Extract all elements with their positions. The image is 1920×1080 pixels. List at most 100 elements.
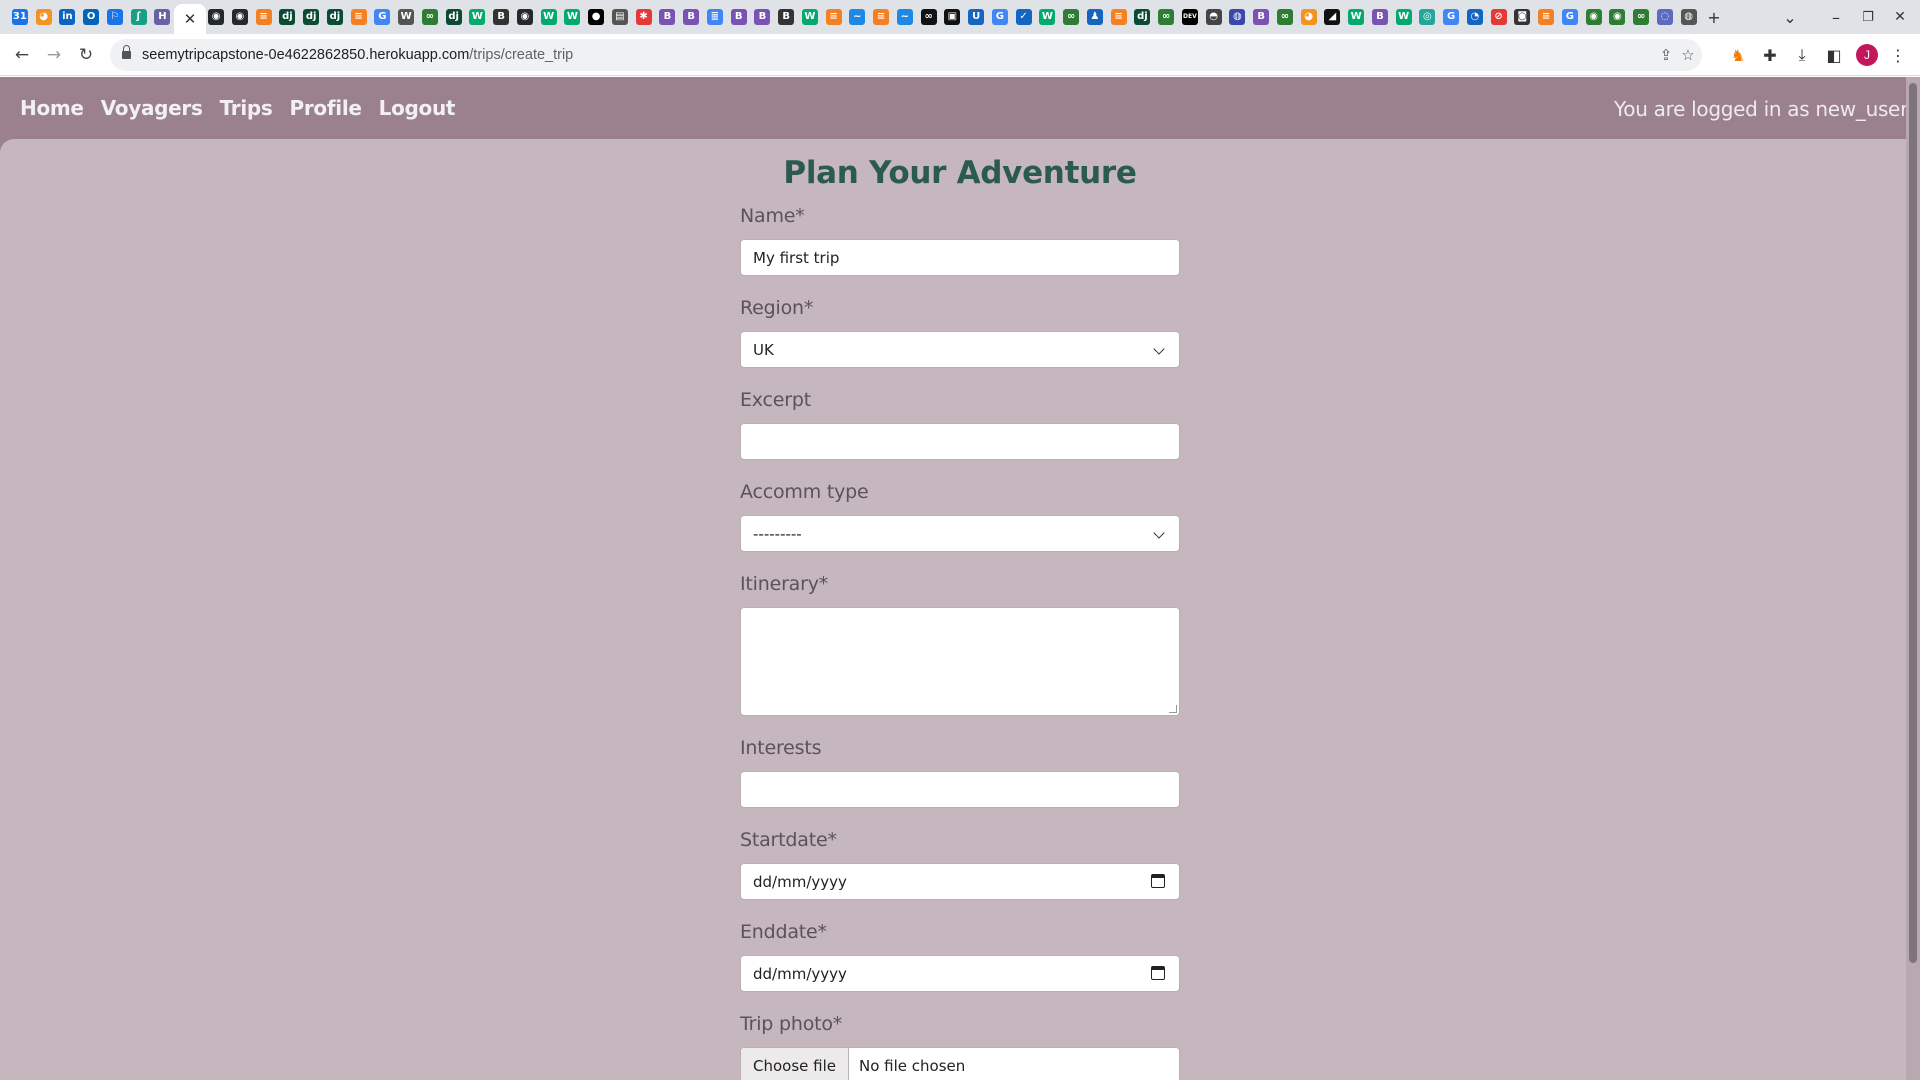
github-icon[interactable]: ◉ [1582, 5, 1606, 29]
django-icon[interactable]: dj [276, 5, 300, 29]
wikipedia-icon[interactable]: W [394, 5, 418, 29]
close-tab-icon[interactable]: ✕ [184, 10, 197, 28]
infinity-icon[interactable]: ∞ [917, 5, 941, 29]
django-icon[interactable]: dj [442, 5, 466, 29]
orange-swirl-icon[interactable]: ◕ [32, 5, 56, 29]
orange-swirl-icon[interactable]: ◕ [1297, 5, 1321, 29]
stack-icon[interactable]: ≡ [1107, 5, 1131, 29]
calendar-icon[interactable]: 31 [8, 5, 32, 29]
chart-icon[interactable]: ◢ [1321, 5, 1345, 29]
back-icon[interactable]: ← [10, 43, 34, 67]
startdate-input[interactable]: dd/mm/yyyy [740, 863, 1180, 900]
infinity-icon[interactable]: ∞ [1273, 5, 1297, 29]
trip-photo-file-input[interactable]: Choose file No file chosen [740, 1047, 1180, 1080]
django-icon[interactable]: dj [323, 5, 347, 29]
dev-icon[interactable]: DEV [1178, 5, 1202, 29]
calendar-icon[interactable] [1151, 966, 1165, 980]
browser-menu-icon[interactable]: ⋮ [1886, 43, 1910, 67]
profile-avatar[interactable]: J [1856, 44, 1878, 66]
firefox-icon[interactable]: ◍ [1226, 5, 1250, 29]
wave-icon[interactable]: ~ [893, 5, 917, 29]
django-icon[interactable]: dj [299, 5, 323, 29]
extension-fox-icon[interactable]: ♞ [1726, 43, 1750, 67]
new-tab-icon[interactable]: + [1702, 5, 1726, 29]
accomm-type-select[interactable]: --------- [740, 515, 1180, 552]
w3schools-icon[interactable]: W [1344, 5, 1368, 29]
url-text[interactable]: seemytripcapstone-0e4622862850.herokuapp… [142, 47, 573, 63]
enddate-input[interactable]: dd/mm/yyyy [740, 955, 1180, 992]
bootstrap-icon[interactable]: B [679, 5, 703, 29]
stack-icon[interactable]: ≡ [252, 5, 276, 29]
bootstrap-icon[interactable]: B [656, 5, 680, 29]
nav-home-link[interactable]: Home [20, 96, 84, 120]
google-icon[interactable]: G [1558, 5, 1582, 29]
address-bar[interactable]: seemytripcapstone-0e4622862850.herokuapp… [110, 39, 1702, 71]
stack-icon[interactable]: ≡ [347, 5, 371, 29]
w3schools-icon[interactable]: W [798, 5, 822, 29]
reload-icon[interactable]: ↻ [74, 43, 98, 67]
wave-icon[interactable]: ~ [846, 5, 870, 29]
nav-logout-link[interactable]: Logout [379, 96, 456, 120]
google-icon[interactable]: G [1439, 5, 1463, 29]
download-icon[interactable]: ⤓ [1790, 43, 1814, 67]
infinity-icon[interactable]: ∞ [418, 5, 442, 29]
choose-file-button[interactable]: Choose file [741, 1048, 849, 1080]
calendar-icon[interactable] [1151, 874, 1165, 888]
bootstrap-icon[interactable]: B [727, 5, 751, 29]
bootstrap-icon[interactable]: B [1368, 5, 1392, 29]
nav-voyagers-link[interactable]: Voyagers [101, 96, 203, 120]
cat-icon[interactable]: ◓ [1202, 5, 1226, 29]
w3schools-icon[interactable]: W [537, 5, 561, 29]
itinerary-textarea[interactable] [740, 607, 1180, 716]
shield-icon[interactable]: U [964, 5, 988, 29]
check-icon[interactable]: ✓ [1012, 5, 1036, 29]
w3schools-icon[interactable]: W [1392, 5, 1416, 29]
infinity-icon[interactable]: ∞ [1059, 5, 1083, 29]
resize-handle-icon[interactable] [1169, 705, 1177, 713]
medium-icon[interactable]: ● [584, 5, 608, 29]
w3schools-icon[interactable]: W [561, 5, 585, 29]
leaf-icon[interactable]: ʃ [127, 5, 151, 29]
github-icon[interactable]: ◉ [228, 5, 252, 29]
stack-icon[interactable]: ≡ [1534, 5, 1558, 29]
docs-icon[interactable]: ≣ [703, 5, 727, 29]
stack-icon[interactable]: ≡ [869, 5, 893, 29]
interests-input[interactable] [740, 771, 1180, 808]
forward-icon[interactable]: → [42, 43, 66, 67]
bookmark-star-icon[interactable]: ☆ [1676, 43, 1700, 67]
region-select[interactable]: UK [740, 331, 1180, 368]
flag-icon[interactable]: ⚐ [103, 5, 127, 29]
lock-icon[interactable] [122, 45, 131, 60]
briefcase-icon[interactable]: ▣ [941, 5, 965, 29]
extensions-puzzle-icon[interactable]: ✚ [1758, 43, 1782, 67]
page-scrollbar[interactable] [1906, 77, 1920, 1080]
restore-icon[interactable]: ❐ [1856, 5, 1880, 29]
google-icon[interactable]: G [988, 5, 1012, 29]
github-icon[interactable]: ◉ [513, 5, 537, 29]
window-close-icon[interactable]: ✕ [1888, 5, 1912, 29]
nav-profile-link[interactable]: Profile [290, 96, 362, 120]
globe-icon[interactable]: ◎ [1416, 5, 1440, 29]
nav-trips-link[interactable]: Trips [220, 96, 273, 120]
people-icon[interactable]: ♟ [1083, 5, 1107, 29]
google-icon[interactable]: G [371, 5, 395, 29]
share-icon[interactable]: ⇪ [1654, 43, 1678, 67]
drop-icon[interactable]: ◔ [1463, 5, 1487, 29]
minimize-icon[interactable]: – [1824, 5, 1848, 29]
scrollbar-thumb[interactable] [1909, 83, 1917, 963]
linkedin-icon[interactable]: in [56, 5, 80, 29]
bootstrap-icon[interactable]: B [1249, 5, 1273, 29]
infinity-icon[interactable]: ∞ [1629, 5, 1653, 29]
bootstrap-icon[interactable]: B [489, 5, 513, 29]
asterisk-icon[interactable]: ✱ [632, 5, 656, 29]
circle-icon[interactable]: ◌ [1653, 5, 1677, 29]
bootstrap-icon[interactable]: B [774, 5, 798, 29]
stack-icon[interactable]: ≡ [822, 5, 846, 29]
excerpt-input[interactable] [740, 423, 1180, 460]
stop-icon[interactable]: ⊘ [1487, 5, 1511, 29]
active-tab[interactable]: ✕ [174, 4, 206, 34]
book-icon[interactable]: ▤ [608, 5, 632, 29]
chrome-icon[interactable]: ◍ [1677, 5, 1701, 29]
w3schools-icon[interactable]: W [466, 5, 490, 29]
name-input[interactable]: My first trip [740, 239, 1180, 276]
